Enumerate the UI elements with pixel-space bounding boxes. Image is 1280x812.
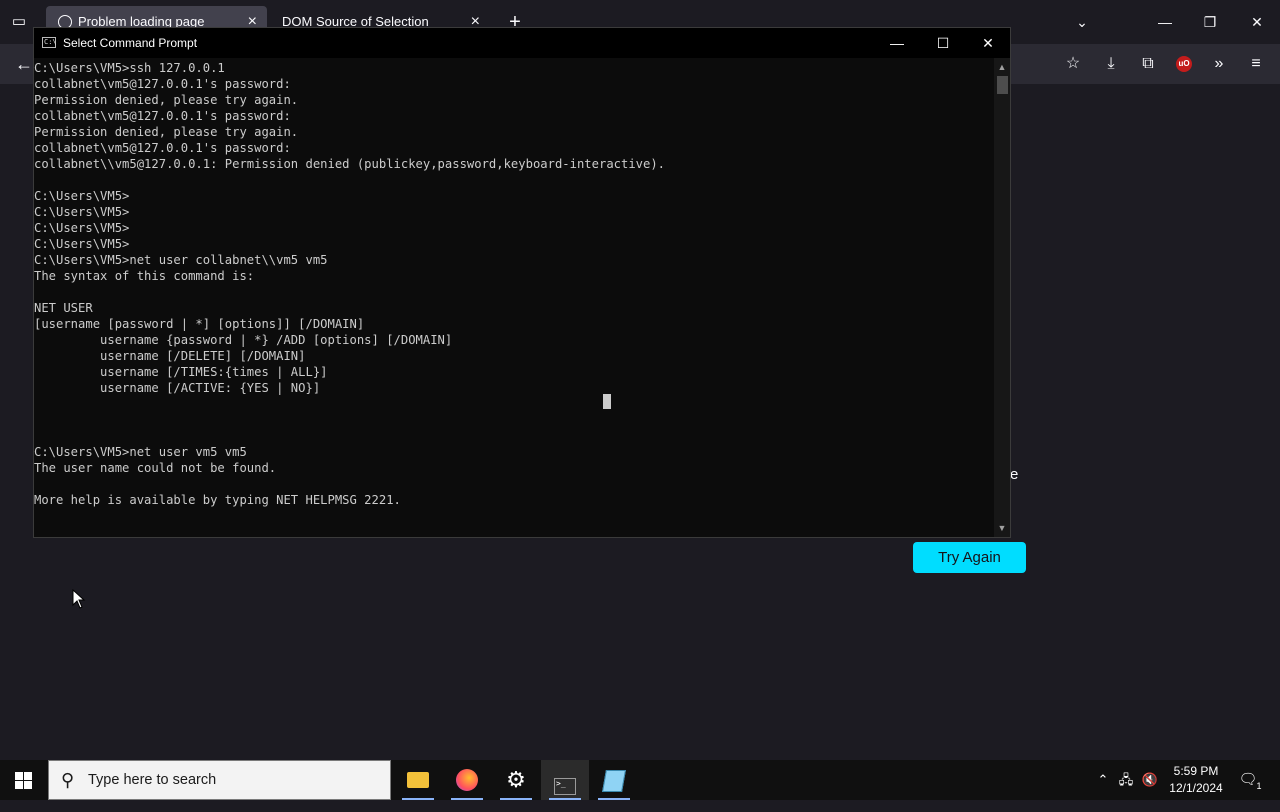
taskbar-settings[interactable]: ⚙ — [492, 760, 540, 800]
console-line: The user name could not be found. — [34, 461, 277, 475]
console-line: [username [password | *] [options]] [/DO… — [34, 317, 365, 331]
console-line: C:\Users\VM5>net user vm5 vm5 — [34, 445, 247, 459]
console-output-area[interactable]: C:\Users\VM5>ssh 127.0.0.1 collabnet\vm5@… — [34, 58, 996, 537]
try-again-button[interactable]: Try Again — [913, 542, 1026, 573]
firefox-view-icon[interactable]: ▭ — [8, 11, 30, 33]
scroll-thumb[interactable] — [997, 76, 1008, 94]
mouse-pointer-icon — [72, 589, 86, 609]
scroll-down-icon[interactable]: ▼ — [994, 521, 1010, 535]
selection-cursor — [603, 394, 611, 409]
console-line: Permission denied, please try again. — [34, 125, 299, 139]
show-hidden-icons-chevron-icon[interactable]: ⌃ — [1094, 760, 1112, 800]
system-clock[interactable]: 5:59 PM 12/1/2024 — [1164, 763, 1228, 797]
console-line: C:\Users\VM5>ssh 127.0.0.1 — [34, 61, 225, 75]
terminal-icon: >_ — [554, 778, 576, 795]
extensions-icon[interactable]: ⧉ — [1136, 52, 1160, 76]
console-line: Permission denied, please try again. — [34, 93, 299, 107]
cmd-window-title: Select Command Prompt — [63, 36, 198, 50]
notepad-icon — [602, 770, 626, 792]
console-line: More help is available by typing NET HEL… — [34, 493, 401, 507]
taskbar-firefox[interactable] — [443, 760, 491, 800]
taskbar-command-prompt[interactable]: >_ — [541, 760, 589, 800]
list-all-tabs-icon[interactable]: ⌄ — [1070, 10, 1094, 34]
taskbar-file-explorer[interactable] — [394, 760, 442, 800]
restore-window-icon[interactable]: ❐ — [1198, 10, 1222, 34]
console-line: C:\Users\VM5>net user collabnet\\vm5 vm5 — [34, 253, 328, 267]
console-line: username [/DELETE] [/DOMAIN] — [34, 349, 306, 363]
taskbar-search-box[interactable]: ⚲ Type here to search — [48, 760, 391, 800]
cmd-app-icon: C:\ — [42, 37, 57, 48]
console-line: username [/TIMES:{times | ALL}] — [34, 365, 328, 379]
cmd-maximize-icon[interactable]: ☐ — [920, 28, 966, 58]
cmd-close-icon[interactable]: ✕ — [965, 28, 1011, 58]
bookmark-star-icon[interactable]: ☆ — [1061, 52, 1085, 76]
network-icon[interactable]: 🖧 — [1116, 760, 1136, 800]
gear-icon: ⚙ — [506, 767, 526, 792]
windows-taskbar: ⚲ Type here to search ⚙ >_ ⌃ 🖧 🔇 5:59 PM… — [0, 760, 1280, 800]
command-prompt-window[interactable]: C:\ Select Command Prompt — ☐ ✕ C:\Users… — [33, 27, 1011, 538]
clock-time: 5:59 PM — [1173, 764, 1219, 778]
console-line: C:\Users\VM5> — [34, 237, 130, 251]
console-line: C:\Users\VM5> — [34, 189, 130, 203]
console-line: collabnet\vm5@127.0.0.1's password: — [34, 109, 291, 123]
close-window-icon[interactable]: ✕ — [1245, 10, 1269, 34]
scroll-up-icon[interactable]: ▲ — [994, 60, 1010, 74]
console-line: collabnet\vm5@127.0.0.1's password: — [34, 77, 291, 91]
console-scrollbar[interactable]: ▲ ▼ — [994, 58, 1010, 537]
hamburger-menu-icon[interactable]: ≡ — [1244, 52, 1268, 76]
console-text: C:\Users\VM5>ssh 127.0.0.1 collabnet\vm5@… — [34, 58, 996, 537]
taskbar-notepad[interactable] — [590, 760, 638, 800]
start-button[interactable] — [0, 760, 48, 800]
volume-muted-icon[interactable]: 🔇 — [1140, 760, 1160, 800]
minimize-window-icon[interactable]: — — [1153, 10, 1177, 34]
cmd-title-bar[interactable]: C:\ Select Command Prompt — ☐ ✕ — [34, 28, 1010, 58]
search-icon: ⚲ — [61, 770, 75, 790]
folder-icon — [407, 772, 429, 788]
partially-hidden-text: e — [1010, 466, 1019, 483]
download-icon[interactable]: ⤓ — [1099, 52, 1123, 76]
console-line: NET USER — [34, 301, 93, 315]
cmd-minimize-icon[interactable]: — — [874, 28, 920, 58]
console-line: username {password | *} /ADD [options] [… — [34, 333, 453, 347]
search-placeholder: Type here to search — [88, 772, 217, 788]
console-line: C:\Users\VM5> — [34, 221, 130, 235]
console-line: collabnet\\vm5@127.0.0.1: Permission den… — [34, 157, 666, 171]
firefox-icon — [456, 769, 478, 791]
clock-date: 12/1/2024 — [1169, 781, 1223, 795]
overflow-menu-icon[interactable]: » — [1207, 52, 1231, 76]
windows-logo-icon — [15, 772, 32, 789]
console-line: collabnet\vm5@127.0.0.1's password: — [34, 141, 291, 155]
console-line: C:\Users\VM5> — [34, 205, 130, 219]
ublock-origin-icon[interactable]: uO — [1176, 56, 1192, 72]
console-line: username [/ACTIVE: {YES | NO}] — [34, 381, 321, 395]
notification-count-badge: 1 — [1256, 781, 1262, 791]
console-line: The syntax of this command is: — [34, 269, 255, 283]
